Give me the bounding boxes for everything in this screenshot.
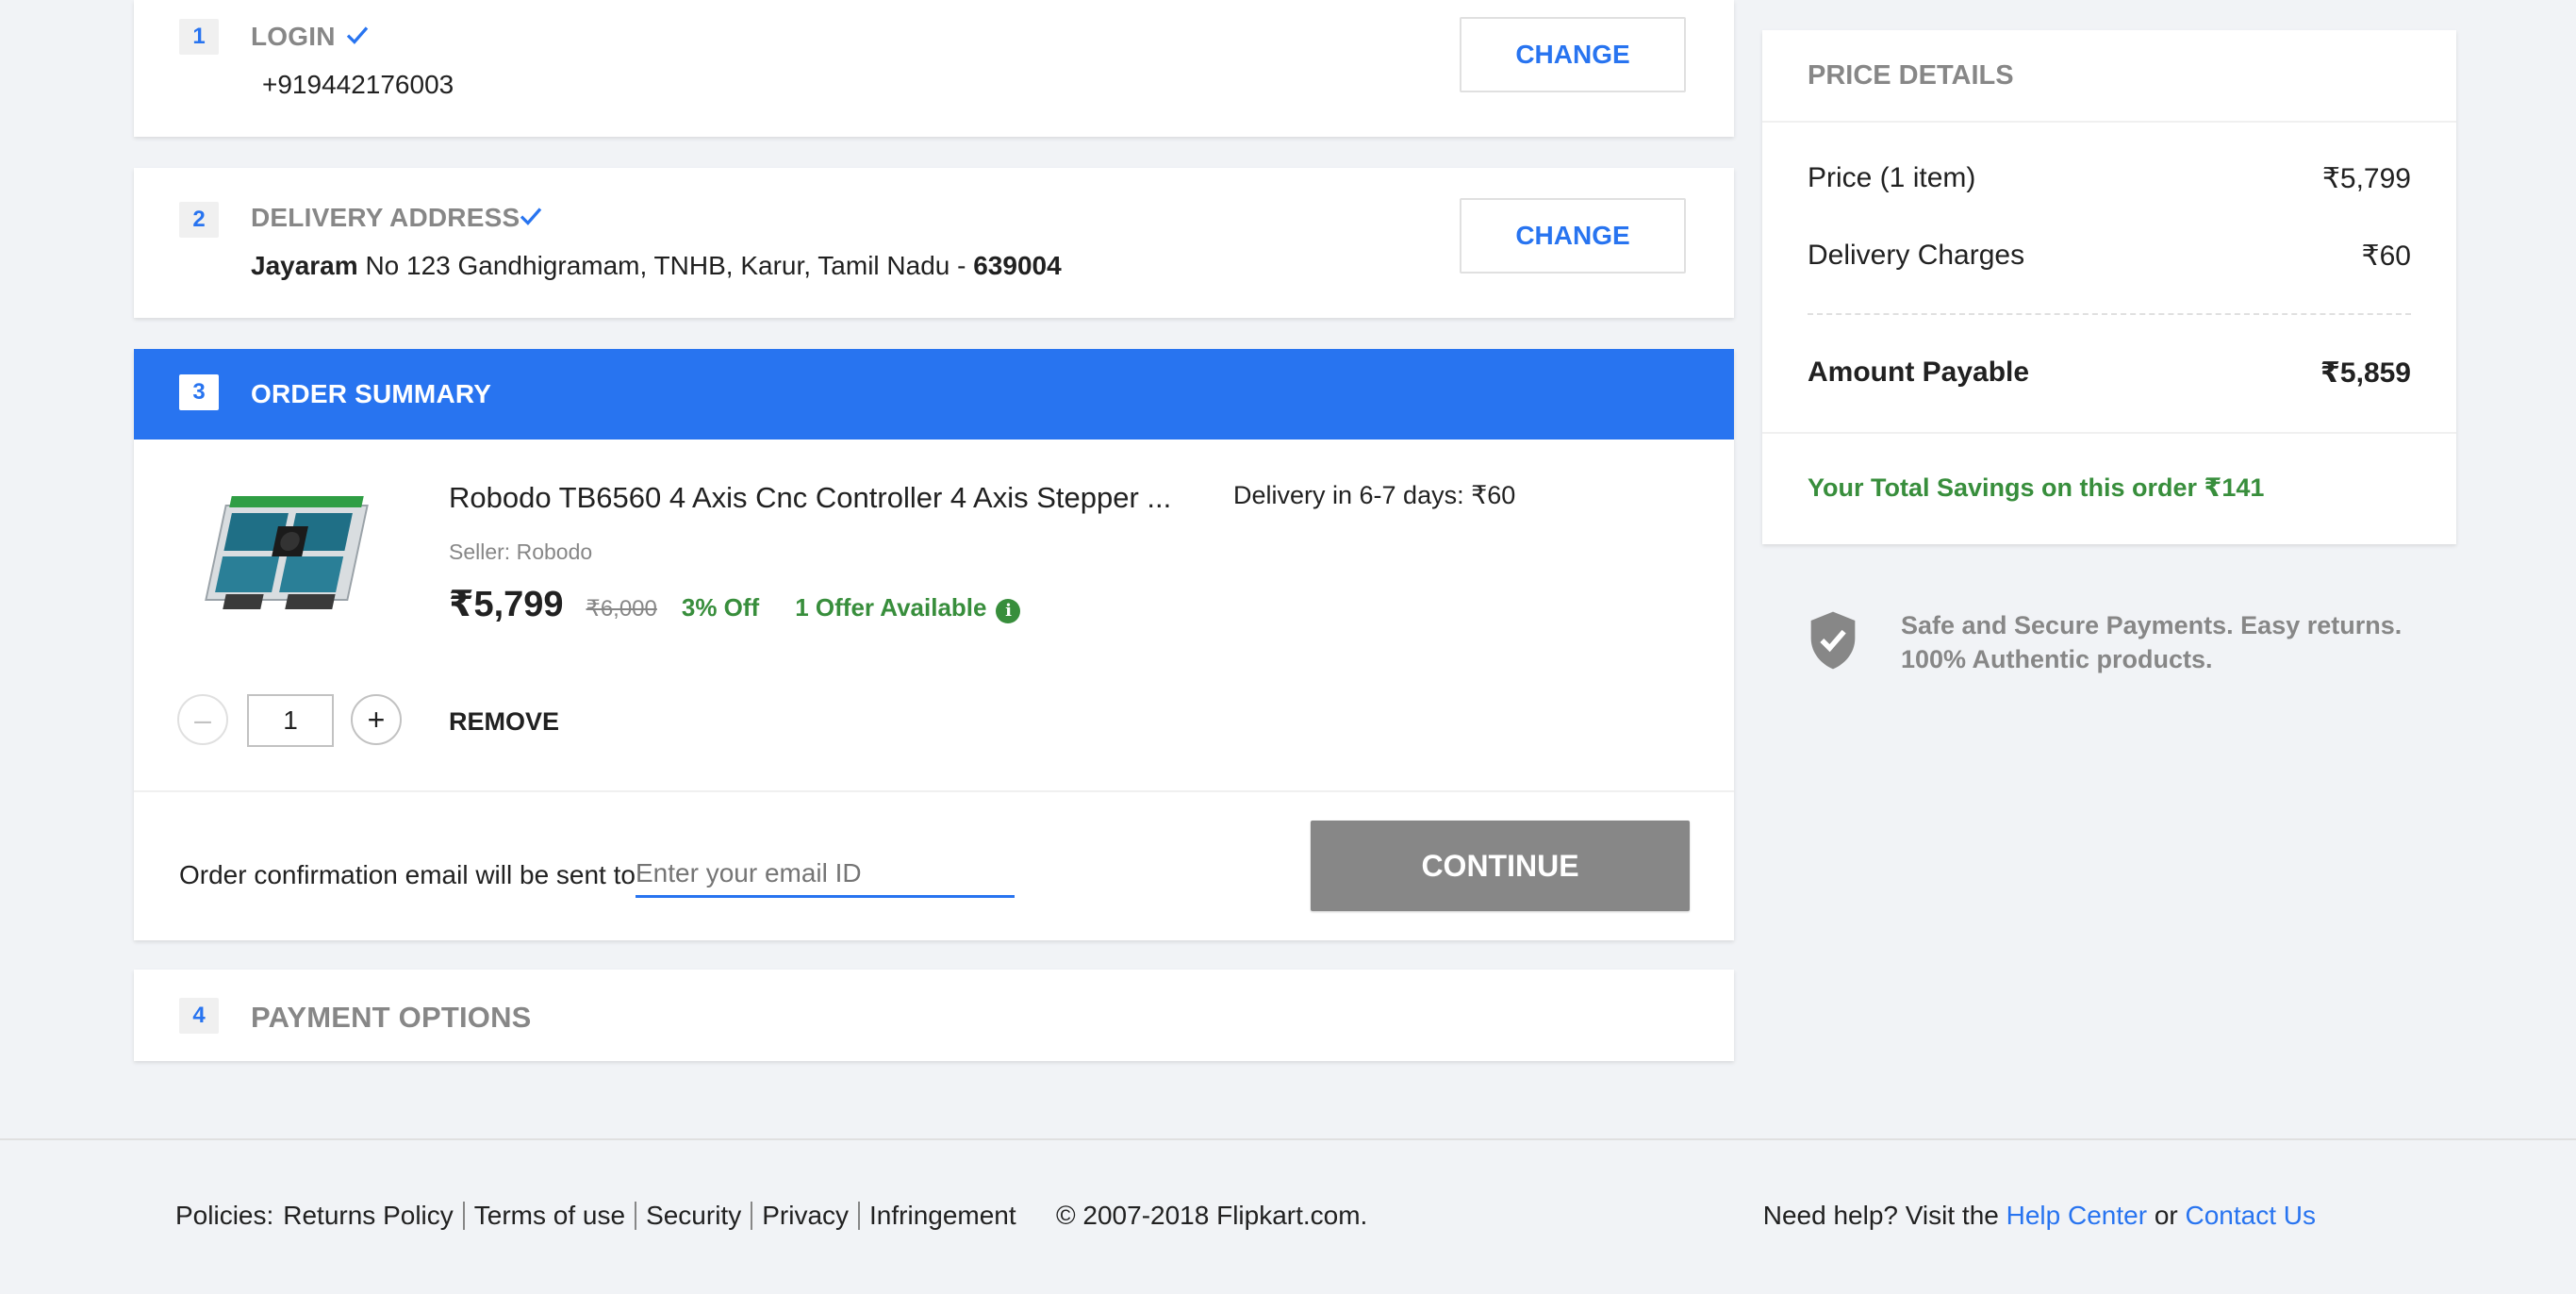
dashed-divider — [1808, 313, 2411, 315]
info-icon[interactable]: i — [996, 599, 1021, 623]
continue-button[interactable]: CONTINUE — [1311, 821, 1690, 911]
privacy-link[interactable]: Privacy — [762, 1201, 849, 1231]
copyright: © 2007-2018 Flipkart.com. — [1056, 1201, 1368, 1230]
pincode: 639004 — [973, 251, 1062, 280]
quantity-decrement-button[interactable]: – — [177, 694, 228, 745]
terms-of-use-link[interactable]: Terms of use — [474, 1201, 625, 1231]
discount-percent: 3% Off — [681, 593, 760, 622]
quantity-input[interactable]: 1 — [247, 694, 334, 747]
separator — [635, 1202, 637, 1230]
recipient-name: Jayaram — [251, 251, 358, 280]
divider — [1762, 121, 2456, 123]
total-savings: Your Total Savings on this order ₹141 — [1808, 473, 2265, 502]
check-icon — [520, 207, 542, 225]
delivery-address-line: Jayaram No 123 Gandhigramam, TNHB, Karur… — [251, 251, 1062, 281]
separator — [462, 1202, 465, 1230]
payment-title: PAYMENT OPTIONS — [251, 1001, 532, 1034]
quantity-increment-button[interactable]: + — [351, 694, 402, 745]
seller-name: Seller: Robodo — [449, 539, 593, 564]
shield-icon — [1810, 611, 1856, 670]
delivery-charges-value: ₹60 — [2361, 241, 2411, 272]
infringement-link[interactable]: Infringement — [869, 1201, 1016, 1231]
selling-price: ₹5,799 — [449, 585, 564, 624]
help-center-link[interactable]: Help Center — [2006, 1201, 2147, 1230]
step-number: 3 — [179, 374, 219, 410]
policies-label: Policies: — [175, 1201, 274, 1230]
divider — [1762, 432, 2456, 434]
footer: Policies: Returns Policy Terms of use Se… — [0, 1140, 2576, 1294]
price-details-panel: PRICE DETAILS Price (1 item) ₹5,799 Deli… — [1762, 30, 2456, 544]
contact-us-link[interactable]: Contact Us — [2186, 1201, 2317, 1230]
separator — [858, 1202, 861, 1230]
product-image[interactable] — [194, 477, 383, 628]
login-section: 1 LOGIN +919442176003 CHANGE — [134, 0, 1734, 137]
amount-payable-label: Amount Payable — [1808, 357, 2030, 388]
step-number: 4 — [179, 998, 219, 1034]
price-label: Price (1 item) — [1808, 162, 1976, 193]
login-phone: +919442176003 — [262, 70, 454, 99]
product-title[interactable]: Robodo TB6560 4 Axis Cnc Controller 4 Ax… — [449, 481, 1171, 515]
order-summary-header: 3 ORDER SUMMARY — [134, 349, 1734, 440]
divider — [134, 790, 1734, 792]
change-address-button[interactable]: CHANGE — [1460, 198, 1686, 274]
mrp-price: ₹6,000 — [586, 596, 657, 622]
delivery-charges-label: Delivery Charges — [1808, 240, 2025, 271]
address-text: No 123 Gandhigramam, TNHB, Karur, Tamil … — [365, 251, 974, 280]
price-value: ₹5,799 — [2321, 163, 2411, 194]
help-prefix: Need help? Visit the — [1762, 1201, 1999, 1230]
help-or: or — [2154, 1201, 2178, 1230]
order-summary-body: Robodo TB6560 4 Axis Cnc Controller 4 Ax… — [134, 440, 1734, 940]
check-icon — [346, 26, 369, 44]
payment-options-section[interactable]: 4 PAYMENT OPTIONS — [134, 970, 1734, 1061]
delivery-address-section: 2 DELIVERY ADDRESS Jayaram No 123 Gandhi… — [134, 168, 1734, 318]
login-title: LOGIN — [251, 22, 336, 51]
order-summary-title: ORDER SUMMARY — [251, 379, 492, 408]
delivery-estimate: Delivery in 6-7 days: ₹60 — [1233, 481, 1516, 509]
help-text: Need help? Visit the Help Center or Cont… — [1763, 1201, 2316, 1231]
trust-line-1: Safe and Secure Payments. Easy returns. — [1901, 611, 2403, 639]
price-details-title: PRICE DETAILS — [1808, 60, 2014, 91]
trust-line-2: 100% Authentic products. — [1901, 645, 2213, 673]
returns-policy-link[interactable]: Returns Policy — [283, 1201, 454, 1231]
footer-policies: Policies: Returns Policy Terms of use Se… — [175, 1201, 1016, 1231]
price-row: ₹5,799 ₹6,000 3% Off 1 Offer Available i — [449, 583, 1021, 625]
remove-button[interactable]: REMOVE — [449, 707, 559, 737]
offers-link[interactable]: 1 Offer Available — [795, 593, 986, 622]
email-input[interactable] — [636, 851, 1015, 898]
step-number: 1 — [179, 19, 219, 55]
email-prompt: Order confirmation email will be sent to — [179, 860, 636, 889]
change-login-button[interactable]: CHANGE — [1460, 17, 1686, 92]
step-number: 2 — [179, 202, 219, 238]
amount-payable-value: ₹5,859 — [2320, 357, 2411, 389]
delivery-title: DELIVERY ADDRESS — [251, 203, 520, 232]
security-link[interactable]: Security — [646, 1201, 741, 1231]
separator — [751, 1202, 753, 1230]
